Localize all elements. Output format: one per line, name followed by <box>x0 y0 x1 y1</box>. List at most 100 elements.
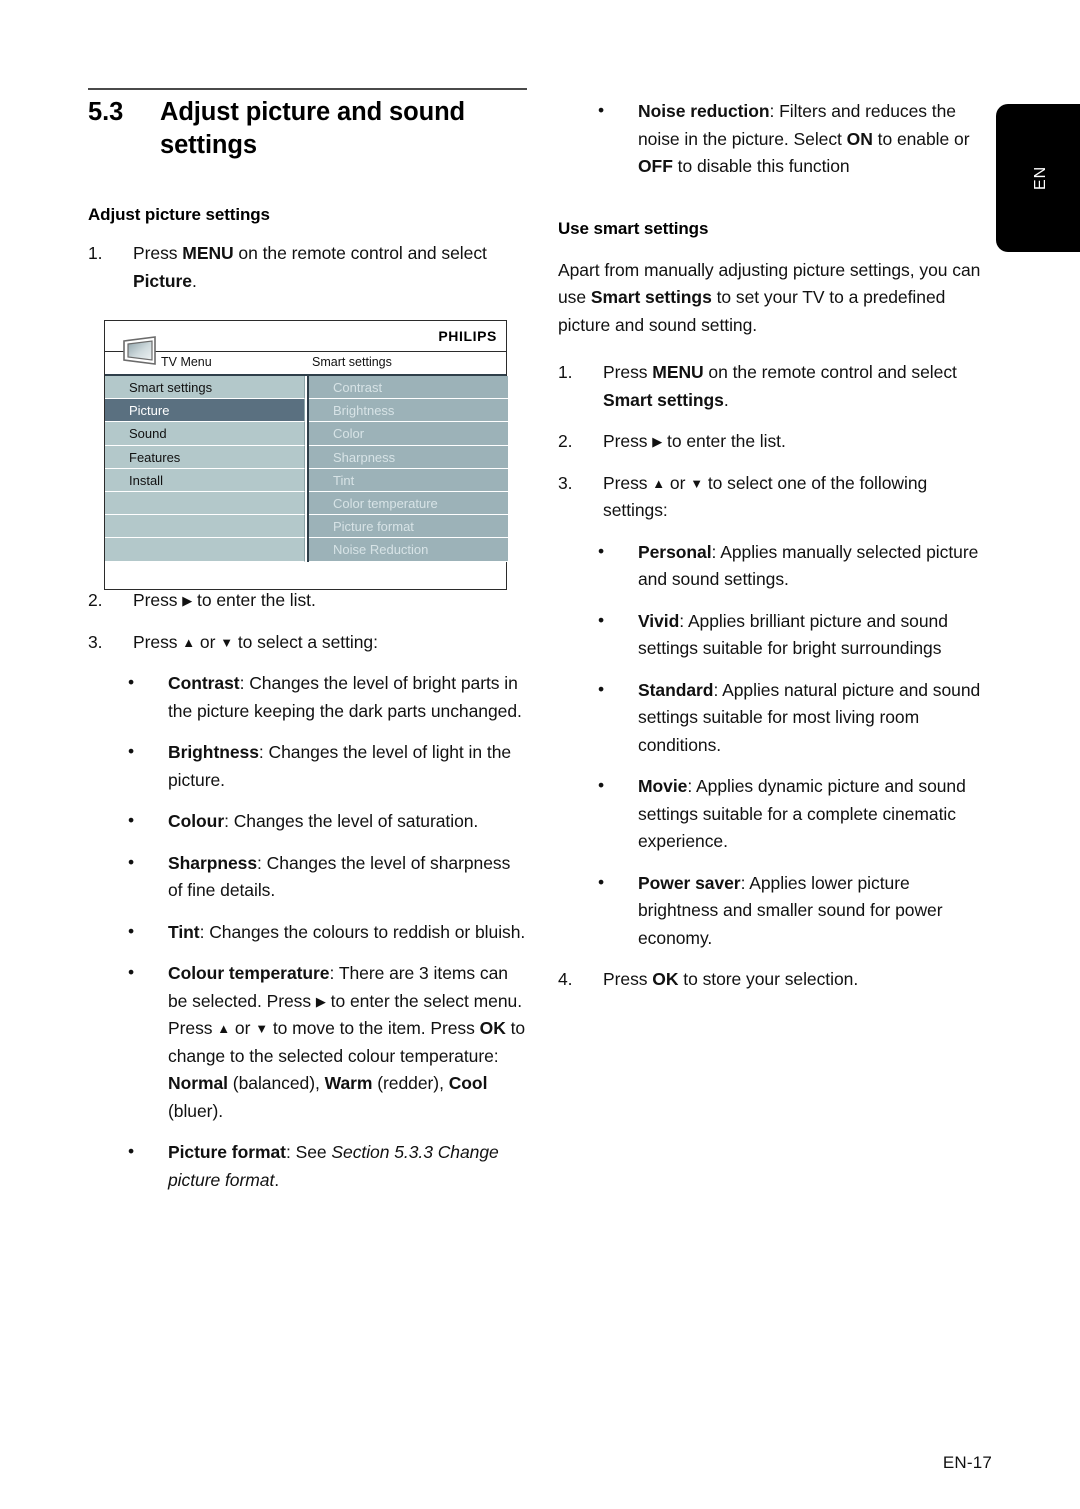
menu-item-features[interactable]: Features <box>105 445 305 469</box>
submenu-item-color[interactable]: Color <box>309 422 508 446</box>
sep: : <box>687 776 697 796</box>
arrow-right-icon: ▶ <box>315 993 326 1009</box>
menu-item-install[interactable]: Install <box>105 468 305 492</box>
smart-settings-term: Smart settings <box>590 287 712 307</box>
term-sharpness: Sharpness <box>168 852 258 873</box>
figure-left-title: TV Menu <box>161 355 212 369</box>
step-number-4: 4. <box>558 969 573 989</box>
pf-end: . <box>274 1169 280 1190</box>
bullet-icon: • <box>128 810 135 830</box>
step-2-text: Press ▶ to enter the list. <box>603 431 786 451</box>
term-personal: Personal <box>638 541 712 562</box>
smart-settings-intro: Apart from manually adjusting picture se… <box>558 257 994 340</box>
list-item: • Contrast: Changes the level of bright p… <box>128 670 528 725</box>
pf-text: See <box>295 1142 332 1162</box>
term-movie: Movie <box>638 776 688 796</box>
figure-footer-bar <box>105 581 506 589</box>
section-number: 5.3 <box>88 98 124 126</box>
figure-left-menu: Smart settings Picture Sound Features In… <box>105 376 305 562</box>
arrow-down-icon: ▼ <box>690 475 704 491</box>
submenu-item-picture-format[interactable]: Picture format <box>309 515 508 539</box>
list-item: • Brightness: Changes the level of light … <box>128 739 528 794</box>
sep: : <box>285 1142 296 1162</box>
value-normal: Normal <box>168 1073 228 1093</box>
right-subheading: Use smart settings <box>558 218 709 238</box>
list-item-colour-temperature: • Colour temperature: There are 3 items c… <box>128 960 528 1125</box>
arrow-right-icon: ▶ <box>182 593 193 608</box>
s3-mid: or <box>665 472 691 493</box>
submenu-item-brightness[interactable]: Brightness <box>309 399 508 423</box>
step-3-text: Press ▲ or ▼ to select a setting: <box>133 632 378 652</box>
bullet-icon: • <box>128 851 135 872</box>
submenu-item-tint[interactable]: Tint <box>309 468 508 492</box>
step-number-2: 2. <box>88 590 103 610</box>
step-2-pre: Press <box>133 590 183 610</box>
right-step-1: 1. Press MENU on the remote control and s… <box>558 359 994 414</box>
term-colour: Colour <box>168 811 225 831</box>
list-item: • Personal: Applies manually selected pic… <box>598 539 994 594</box>
bullet-icon: • <box>128 741 135 761</box>
submenu-item-contrast[interactable]: Contrast <box>309 376 508 400</box>
value-warm: Warm <box>324 1073 373 1093</box>
right-step-2: 2. Press ▶ to enter the list. <box>558 428 994 456</box>
sep: : <box>679 610 688 631</box>
bullet-icon: • <box>598 871 605 892</box>
s1-t2: on the remote control and select <box>703 362 957 382</box>
sep: : <box>769 101 780 121</box>
value-cool: Cool <box>448 1073 488 1093</box>
step-number-1: 1. <box>88 243 103 263</box>
term-colour-temperature: Colour temperature <box>168 963 330 983</box>
tv-screen-icon <box>121 335 158 366</box>
section-title-text: Adjust picture and sound settings <box>160 98 466 159</box>
list-item: • Movie: Applies dynamic picture and soun… <box>598 773 994 856</box>
list-item: • Vivid: Applies brilliant picture and so… <box>598 608 994 663</box>
term-picture-format: Picture format <box>168 1142 286 1162</box>
step-3-text: Press ▲ or ▼ to select one of the follow… <box>603 473 927 521</box>
arrow-right-icon: ▶ <box>652 434 663 449</box>
arrow-down-icon: ▼ <box>220 634 234 650</box>
bullet-icon: • <box>128 920 135 941</box>
figure-columns: Smart settings Picture Sound Features In… <box>105 376 508 581</box>
sep: : <box>711 541 721 562</box>
on-key: ON <box>846 128 873 149</box>
step-number-1: 1. <box>558 362 573 382</box>
figure-right-title: Smart settings <box>312 355 392 369</box>
sep: : <box>713 679 723 700</box>
step-3-mid: or <box>195 631 221 652</box>
section-rule <box>88 88 527 90</box>
language-tab: EN <box>996 104 1080 252</box>
list-item: • Tint: Changes the colours to reddish or… <box>128 919 528 947</box>
ct-t7: (redder), <box>372 1073 449 1093</box>
list-item-picture-format: • Picture format: See Section 5.3.3 Chang… <box>128 1139 528 1194</box>
sep: : <box>258 742 269 762</box>
submenu-item-sharpness[interactable]: Sharpness <box>309 445 508 469</box>
right-step-4: 4. Press OK to store your selection. <box>558 966 994 994</box>
step-1-text: Press MENU on the remote control and sel… <box>603 362 957 410</box>
menu-key: MENU <box>182 243 234 263</box>
arrow-up-icon: ▲ <box>217 1021 231 1036</box>
ct-t3: or <box>230 1018 256 1038</box>
nr-t3: to disable this function <box>672 156 850 176</box>
s1-t3: . <box>723 389 729 410</box>
smart-settings-key: Smart settings <box>603 389 724 410</box>
step-2-post: to enter the list. <box>192 590 316 610</box>
ok-key: OK <box>652 969 679 989</box>
figure-brand-row: PHILIPS <box>105 321 506 352</box>
left-subheading: Adjust picture settings <box>88 205 270 224</box>
menu-item-smart-settings[interactable]: Smart settings <box>105 376 305 400</box>
step-4-text: Press OK to store your selection. <box>603 969 858 989</box>
menu-item-empty <box>105 491 305 516</box>
step-number-3: 3. <box>88 631 103 652</box>
bullet-icon: • <box>598 775 605 795</box>
ct-t8: (bluer). <box>168 1100 224 1121</box>
list-item-noise-reduction: • Noise reduction: Filters and reduces th… <box>598 98 994 181</box>
definition: Changes the level of saturation. <box>233 811 479 831</box>
left-step-1: Press 1.Press MENU on the remote control… <box>88 240 528 295</box>
term-contrast: Contrast <box>168 673 240 693</box>
menu-item-sound[interactable]: Sound <box>105 422 305 446</box>
submenu-item-color-temperature[interactable]: Color temperature <box>309 491 508 516</box>
submenu-item-noise-reduction[interactable]: Noise Reduction <box>309 538 508 562</box>
menu-item-picture[interactable]: Picture <box>105 399 305 423</box>
picture-key: Picture <box>133 270 192 291</box>
step-3-post: to select a setting: <box>233 631 378 652</box>
